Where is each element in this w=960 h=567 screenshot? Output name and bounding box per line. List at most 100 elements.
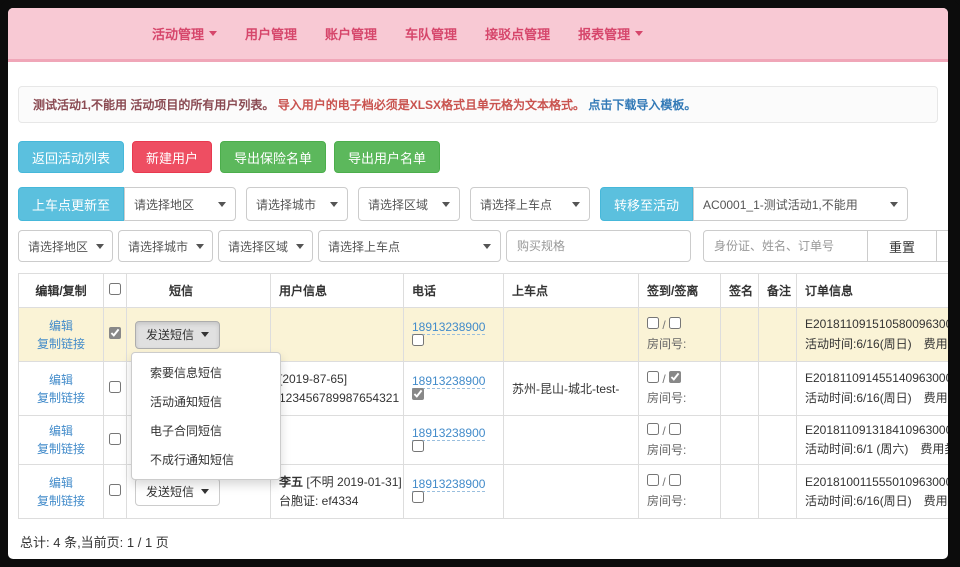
- order-info-cell: E2018110915105800963000025 活动时间:6/16(周日)…: [797, 308, 949, 362]
- nav-item-account-management[interactable]: 账户管理: [311, 24, 391, 43]
- select-all-checkbox[interactable]: [109, 283, 121, 295]
- col-header-user-info: 用户信息: [271, 274, 404, 308]
- copy-link[interactable]: 复制链接: [27, 492, 95, 510]
- nav-item-label: 车队管理: [405, 24, 457, 43]
- send-sms-button[interactable]: 发送短信: [135, 478, 220, 506]
- order-number: E20181001155501096300003: [805, 473, 948, 492]
- signature-cell: [721, 308, 759, 362]
- sms-menu-item-activity-notice[interactable]: 活动通知短信: [132, 387, 280, 416]
- col-header-checkin-checkout: 签到/签离: [639, 274, 721, 308]
- copy-link[interactable]: 复制链接: [27, 440, 95, 458]
- main-content: 测试活动1,不能用 活动项目的所有用户列表。 导入用户的电子档必须是XLSX格式…: [8, 86, 948, 551]
- city-select[interactable]: 请选择城市: [246, 187, 348, 221]
- pagination-summary: 总计: 4 条,当前页: 1 / 1 页: [18, 532, 938, 551]
- region-select[interactable]: 请选择地区: [124, 187, 236, 221]
- download-template-link[interactable]: 点击下载导入模板。: [588, 98, 696, 112]
- checkout-checkbox[interactable]: [669, 423, 681, 435]
- phone-checkbox[interactable]: [412, 440, 424, 452]
- export-user-list-button[interactable]: 导出用户名单: [334, 141, 440, 173]
- nav-item-label: 活动管理: [152, 24, 204, 43]
- user-doc-info: 台胞证: ef4334: [279, 492, 395, 511]
- district-select-2[interactable]: 请选择区域: [218, 230, 313, 262]
- top-navbar: 活动管理 用户管理 账户管理 车队管理 接驳点管理 报表管理: [8, 8, 948, 62]
- edit-link[interactable]: 编辑: [27, 422, 95, 440]
- back-to-activity-list-button[interactable]: 返回活动列表: [18, 141, 124, 173]
- user-id-info: [2019-87-65]: [279, 372, 347, 386]
- checkin-separator: /: [662, 318, 665, 332]
- update-pickup-point-button[interactable]: 上车点更新至: [18, 187, 124, 221]
- checkin-checkbox[interactable]: [647, 371, 659, 383]
- checkin-checkbox[interactable]: [647, 317, 659, 329]
- caret-down-icon: [296, 244, 304, 249]
- row-select-checkbox[interactable]: [109, 433, 121, 445]
- row-select-cell: [104, 362, 127, 416]
- nav-item-fleet-management[interactable]: 车队管理: [391, 24, 471, 43]
- copy-link[interactable]: 复制链接: [27, 389, 95, 407]
- phone-cell: 18913238900: [404, 416, 504, 465]
- caret-down-icon: [218, 202, 226, 207]
- checkin-checkbox[interactable]: [647, 474, 659, 486]
- phone-checkbox[interactable]: [412, 491, 424, 503]
- district-select-value: 请选择区域: [368, 196, 428, 213]
- checkout-checkbox[interactable]: [669, 474, 681, 486]
- reset-button[interactable]: 重置: [867, 230, 937, 262]
- edit-link[interactable]: 编辑: [27, 474, 95, 492]
- alert-banner: 测试活动1,不能用 活动项目的所有用户列表。 导入用户的电子档必须是XLSX格式…: [18, 86, 938, 123]
- phone-checkbox[interactable]: [412, 388, 424, 400]
- phone-checkbox[interactable]: [412, 334, 424, 346]
- purchase-spec-input[interactable]: [506, 230, 691, 262]
- checkout-checkbox[interactable]: [669, 371, 681, 383]
- sms-menu-item-cancel-notice[interactable]: 不成行通知短信: [132, 445, 280, 474]
- phone-link[interactable]: 18913238900: [412, 374, 485, 389]
- checkin-checkbox[interactable]: [647, 423, 659, 435]
- caret-down-icon: [572, 202, 580, 207]
- col-header-sms: 短信: [127, 274, 271, 308]
- city-select-value: 请选择城市: [256, 196, 316, 213]
- order-meta: 活动时间:6/1 (周六) 费用类型: [805, 440, 948, 459]
- nav-item-user-management[interactable]: 用户管理: [231, 24, 311, 43]
- phone-link[interactable]: 18913238900: [412, 320, 485, 335]
- phone-cell: 18913238900: [404, 308, 504, 362]
- edit-link[interactable]: 编辑: [27, 371, 95, 389]
- row-select-checkbox[interactable]: [109, 381, 121, 393]
- chevron-down-icon: [635, 31, 643, 36]
- edit-link[interactable]: 编辑: [27, 317, 95, 335]
- nav-item-shuttle-point-management[interactable]: 接驳点管理: [471, 24, 564, 43]
- note-cell: [759, 362, 797, 416]
- order-number: E2018110915105800963000025: [805, 315, 948, 334]
- user-info-cell: 李五 [不明 2019-01-31] 台胞证: ef4334: [271, 465, 404, 519]
- city-select-2[interactable]: 请选择城市: [118, 230, 213, 262]
- phone-link[interactable]: 18913238900: [412, 477, 485, 492]
- district-select[interactable]: 请选择区域: [358, 187, 460, 221]
- user-info-cell: [2019-87-65] 123456789987654321: [271, 362, 404, 416]
- page: 活动管理 用户管理 账户管理 车队管理 接驳点管理 报表管理: [8, 8, 948, 559]
- row-select-checkbox[interactable]: [109, 327, 121, 339]
- row-select-checkbox[interactable]: [109, 484, 121, 496]
- transfer-to-activity-button[interactable]: 转移至活动: [600, 187, 693, 221]
- sms-cell: 发送短信 索要信息短信 活动通知短信 电子合同短信 不成行通知短信: [127, 308, 271, 362]
- order-meta: 活动时间:6/16(周日) 费用类型: [805, 335, 948, 354]
- pickup-point-select[interactable]: 请选择上车点: [470, 187, 590, 221]
- sms-menu-item-request-info[interactable]: 索要信息短信: [132, 358, 280, 387]
- new-user-button[interactable]: 新建用户: [132, 141, 212, 173]
- sms-menu-item-e-contract[interactable]: 电子合同短信: [132, 416, 280, 445]
- send-sms-button[interactable]: 发送短信: [135, 321, 220, 349]
- export-insurance-list-button[interactable]: 导出保险名单: [220, 141, 326, 173]
- checkout-checkbox[interactable]: [669, 317, 681, 329]
- activity-select[interactable]: AC0001_1-测试活动1,不能用: [693, 187, 908, 221]
- nav-item-activity-management[interactable]: 活动管理: [138, 24, 231, 43]
- phone-link[interactable]: 18913238900: [412, 426, 485, 441]
- col-header-phone: 电话: [404, 274, 504, 308]
- pickup-point-select-2[interactable]: 请选择上车点: [318, 230, 501, 262]
- pickup-point-cell: 苏州-昆山-城北-test-: [504, 362, 639, 416]
- nav-item-report-management[interactable]: 报表管理: [564, 24, 657, 43]
- signature-cell: [721, 362, 759, 416]
- filter-button[interactable]: 过滤: [936, 230, 948, 262]
- caret-down-icon: [201, 332, 209, 337]
- search-input[interactable]: [703, 230, 868, 262]
- checkin-checkout-cell: / 房间号:: [639, 465, 721, 519]
- copy-link[interactable]: 复制链接: [27, 335, 95, 353]
- region-select-2[interactable]: 请选择地区: [18, 230, 113, 262]
- note-cell: [759, 465, 797, 519]
- phone-cell: 18913238900: [404, 362, 504, 416]
